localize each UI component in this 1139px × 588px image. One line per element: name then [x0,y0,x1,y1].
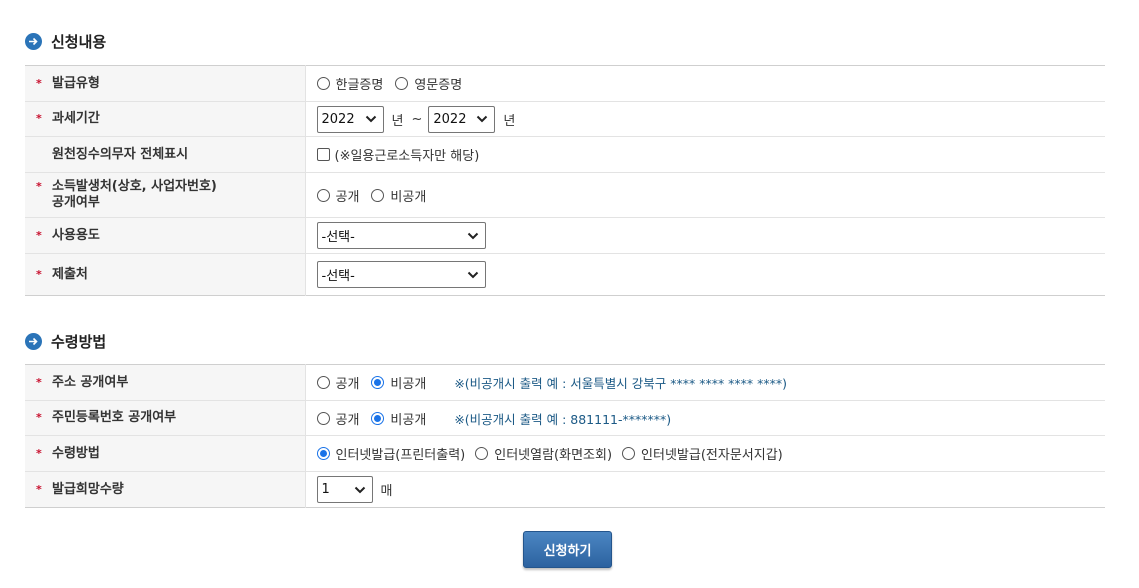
required-mark: * [36,375,42,389]
receipt-form-table: * 주소 공개여부 공개 비공개 ※(비공개시 출력 예 : 서울특별시 강북구 … [25,364,1105,508]
submit-application-button[interactable]: 신청하기 [523,531,612,568]
chevron-down-icon [467,232,478,239]
period-separator: ~ [411,111,423,127]
row-receipt-method: * 수령방법 인터넷발급(프린터출력) 인터넷열람(화면조회) 인터넷발급(전자문… [25,435,1105,472]
section-title-receipt-method: 수령방법 [25,331,106,352]
row-issue-type: * 발급유형 한글증명 영문증명 [25,65,1105,102]
radio-address-private[interactable]: 비공개 [371,373,426,392]
section-title-text: 신청내용 [51,33,107,51]
row-rrn-disclosure: * 주민등록번호 공개여부 공개 비공개 ※(비공개시 출력 예 : 881111… [25,400,1105,436]
arrow-right-circle-icon [25,33,42,50]
radio-circle[interactable] [395,77,409,90]
select-quantity[interactable]: 1 [316,476,373,503]
radio-internet-print[interactable]: 인터넷발급(프린터출력) [316,444,465,463]
radio-circle[interactable] [475,447,489,460]
label-receipt-method: 수령방법 [52,445,100,461]
select-submit-to[interactable]: -선택- [316,261,486,288]
unit-year: 년 [391,113,404,129]
label-quantity: 발급희망수량 [52,481,124,497]
select-purpose[interactable]: -선택- [316,222,486,249]
radio-circle[interactable] [622,447,636,460]
label-withholding: 원천징수의무자 전체표시 [52,146,189,162]
unit-sheets: 매 [380,484,393,499]
chevron-down-icon [467,271,478,278]
chevron-down-icon [354,486,365,493]
radio-internet-wallet[interactable]: 인터넷발급(전자문서지갑) [622,444,783,463]
row-address-disclosure: * 주소 공개여부 공개 비공개 ※(비공개시 출력 예 : 서울특별시 강북구 … [25,364,1105,401]
address-note: ※(비공개시 출력 예 : 서울특별시 강북구 **** **** **** *… [454,376,788,391]
label-submit-to: 제출처 [52,266,88,282]
label-income-source: 소득발생처(상호, 사업자번호) 공개여부 [52,179,217,210]
label-purpose: 사용용도 [52,227,100,243]
required-mark: * [36,76,42,90]
section-title-application: 신청내용 [25,31,106,52]
section-title-text: 수령방법 [51,333,107,351]
application-form-table: * 발급유형 한글증명 영문증명 * 과세기간 2022 년 ~ 2022 년 원천… [25,65,1105,296]
label-tax-period: 과세기간 [52,111,100,126]
radio-circle[interactable] [371,188,385,202]
row-tax-period: * 과세기간 2022 년 ~ 2022 년 [25,101,1105,137]
row-income-source: * 소득발생처(상호, 사업자번호) 공개여부 공개 비공개 [25,172,1105,218]
required-mark: * [36,112,42,125]
radio-korean-cert[interactable]: 한글증명 [316,74,383,93]
row-submit-to: * 제출처 -선택- [25,253,1105,296]
select-from-year[interactable]: 2022 [316,105,384,133]
required-mark: * [36,411,42,424]
label-rrn-disclosure: 주민등록번호 공개여부 [52,410,177,425]
radio-income-public[interactable]: 공개 [316,186,359,205]
radio-circle[interactable] [316,77,330,90]
radio-circle[interactable] [316,411,330,425]
required-mark: * [36,228,42,242]
row-quantity: * 발급희망수량 1 매 [25,471,1105,508]
label-address-disclosure: 주소 공개여부 [52,374,129,390]
required-mark: * [36,180,42,193]
radio-address-public[interactable]: 공개 [316,373,359,392]
radio-circle-selected[interactable] [371,376,385,389]
radio-income-private[interactable]: 비공개 [371,186,426,205]
row-withholding: 원천징수의무자 전체표시 (※일용근로소득자만 해당) [25,136,1105,173]
chevron-down-icon [477,115,488,123]
required-mark: * [36,446,42,460]
radio-internet-view[interactable]: 인터넷열람(화면조회) [475,444,612,463]
unit-year: 년 [503,113,516,129]
chevron-down-icon [365,115,376,123]
required-mark: * [36,482,42,496]
radio-english-cert[interactable]: 영문증명 [395,74,462,93]
radio-circle[interactable] [316,376,330,389]
withholding-checkbox[interactable] [316,148,330,161]
radio-circle-selected[interactable] [371,411,385,425]
row-purpose: * 사용용도 -선택- [25,217,1105,254]
radio-circle-selected[interactable] [316,447,330,460]
radio-circle[interactable] [316,188,330,202]
withholding-checkbox-text: (※일용근로소득자만 해당) [334,149,480,164]
radio-rrn-private[interactable]: 비공개 [371,409,426,428]
label-issue-type: 발급유형 [52,75,100,91]
rrn-note: ※(비공개시 출력 예 : 881111-*******) [454,411,672,427]
arrow-right-circle-icon [25,333,42,350]
required-mark: * [36,267,42,281]
radio-rrn-public[interactable]: 공개 [316,409,359,428]
select-to-year[interactable]: 2022 [428,105,496,133]
